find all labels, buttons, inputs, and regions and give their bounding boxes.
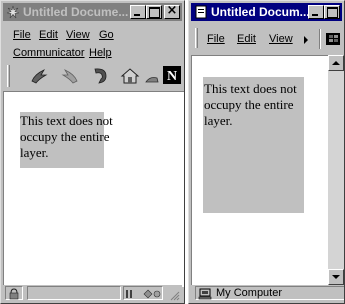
left-menu-view[interactable]: View [66, 29, 90, 41]
left-window-title: Untitled Docume... [23, 5, 129, 19]
menu-grip[interactable] [195, 28, 198, 48]
left-navigation-toolbar: N [3, 63, 182, 89]
left-close-button[interactable]: × [164, 4, 180, 19]
toolbar-grip[interactable] [7, 65, 10, 87]
right-menu-edit[interactable]: Edit [237, 33, 256, 45]
right-page-content: This text does not occupy the entire lay… [191, 55, 328, 285]
left-menu-file[interactable]: File [13, 29, 31, 41]
layer-text: This text does not occupy the entire lay… [204, 81, 297, 128]
print-icon[interactable] [145, 66, 159, 86]
left-menu-bar: File Edit View Go Communicator Help [3, 23, 182, 61]
left-menu-help[interactable]: Help [89, 47, 112, 59]
status-zone: My Computer [195, 286, 344, 300]
home-icon[interactable] [120, 66, 140, 86]
right-menu-view[interactable]: View [269, 33, 293, 45]
ie-document-icon[interactable] [194, 5, 208, 19]
menu-overflow-chevron-icon[interactable] [303, 35, 309, 44]
layer-text: This text does not occupy the entire lay… [20, 113, 113, 160]
svg-text:N: N [167, 69, 177, 84]
component-bar-icon[interactable] [123, 286, 163, 300]
right-title-bar[interactable]: Untitled Docum... [191, 3, 342, 21]
scroll-up-button[interactable] [328, 55, 344, 71]
left-minimize-button[interactable] [130, 5, 146, 19]
left-browser-window: Untitled Docume... × File Edit View Go C… [0, 0, 185, 304]
netscape-star-icon[interactable] [6, 5, 20, 19]
my-computer-icon [198, 287, 212, 300]
windows-logo-icon[interactable] [325, 31, 341, 47]
forward-icon[interactable] [60, 66, 80, 86]
left-page-content: This text does not occupy the entire lay… [3, 91, 184, 287]
scroll-down-button[interactable] [328, 269, 344, 285]
right-menu-file[interactable]: File [207, 33, 225, 45]
status-message-area [27, 286, 121, 300]
right-window-title: Untitled Docum... [211, 5, 308, 19]
left-title-bar[interactable]: Untitled Docume... × [3, 3, 182, 21]
status-zone-label: My Computer [216, 287, 283, 299]
vertical-scrollbar[interactable] [328, 55, 344, 285]
left-menu-go[interactable]: Go [99, 29, 114, 41]
left-menu-communicator[interactable]: Communicator [13, 47, 85, 59]
right-browser-window: Untitled Docum... File Edit View This te… [188, 0, 345, 304]
resize-grip[interactable] [170, 288, 180, 301]
right-menu-bar: File Edit View [191, 25, 342, 51]
right-maximize-button[interactable] [324, 5, 340, 19]
right-minimize-button[interactable] [308, 5, 324, 19]
left-menu-edit[interactable]: Edit [39, 29, 58, 41]
menu-separator [319, 29, 321, 49]
back-icon[interactable] [29, 66, 49, 86]
left-maximize-button[interactable] [146, 5, 162, 19]
security-lock-icon[interactable] [5, 286, 23, 300]
left-status-bar [3, 285, 182, 301]
reload-icon[interactable] [91, 66, 111, 86]
right-status-bar: My Computer [191, 285, 344, 301]
netscape-n-icon[interactable]: N [162, 65, 182, 85]
